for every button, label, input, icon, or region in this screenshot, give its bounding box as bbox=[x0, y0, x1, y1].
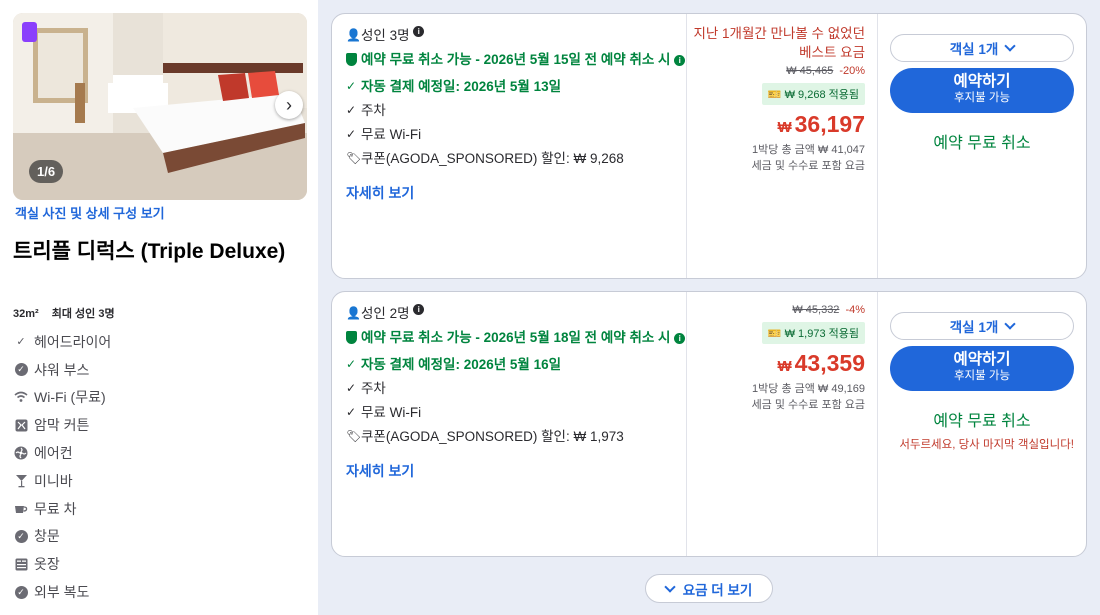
amenity-item: 암막 커튼 bbox=[13, 411, 303, 439]
promo-badge bbox=[22, 22, 37, 42]
coupon-discount: 🏷 쿠폰(AGODA_SPONSORED) 할인: ₩ 1,973 bbox=[346, 429, 624, 444]
urgency-message: 서두르세요, 당사 마지막 객실입니다! bbox=[899, 439, 1074, 451]
person-icon: 👤 bbox=[346, 306, 361, 320]
rooms-select[interactable]: 객실 1개 bbox=[890, 312, 1074, 340]
chevron-down-icon bbox=[664, 580, 676, 593]
payment-date: ✓ 자동 결제 예정일: 2026년 5월 13일 bbox=[346, 79, 562, 94]
total-per-night: 1박당 총 금액 ₩ 41,047 bbox=[752, 144, 865, 156]
info-icon[interactable]: i bbox=[413, 304, 425, 315]
offer-conditions: 👤 성인 3명 i 예약 무료 취소 가능 - 2026년 5월 15일 전 예약… bbox=[332, 14, 686, 278]
rooms-select[interactable]: 객실 1개 bbox=[890, 34, 1074, 62]
amenity-item: Wi-Fi (무료) bbox=[13, 384, 303, 412]
room-size: 32m² bbox=[13, 308, 39, 320]
free-wifi: ✓ 무료 Wi-Fi bbox=[346, 127, 422, 142]
check-icon: ✓ bbox=[16, 336, 26, 349]
check-circle-icon: ✓ bbox=[13, 584, 29, 600]
amenity-item: ✓ 창문 bbox=[13, 523, 303, 551]
free-wifi: ✓ 무료 Wi-Fi bbox=[346, 405, 422, 420]
check-icon: ✓ bbox=[346, 127, 357, 141]
tax-note: 세금 및 수수료 포함 요금 bbox=[751, 399, 865, 411]
cup-icon bbox=[13, 501, 29, 517]
free-cancel-label: 예약 무료 취소 bbox=[933, 135, 1031, 152]
room-info-panel: › 1/6 객실 사진 및 상세 구성 보기 트리플 디럭스 (Triple D… bbox=[0, 0, 318, 615]
offer-price: ₩ 45,332 -4% 🎫 ₩ 1,973 적용됨 ₩43,359 1박당 총 … bbox=[686, 292, 878, 556]
blackout-curtain-icon bbox=[13, 417, 29, 433]
check-icon: ✓ bbox=[346, 79, 357, 93]
cancel-policy: 예약 무료 취소 가능 - 2026년 5월 18일 전 예약 취소 시 i bbox=[346, 328, 686, 350]
fan-icon bbox=[13, 445, 29, 461]
original-price: ₩ 45,465 -20% bbox=[786, 65, 865, 77]
total-per-night: 1박당 총 금액 ₩ 49,169 bbox=[752, 383, 865, 395]
tag-icon: 🏷 bbox=[346, 429, 362, 443]
promo-text: 지난 1개월간 만나볼 수 없었던 베스트 요금 bbox=[693, 26, 865, 60]
coupon-applied-badge: 🎫 ₩ 1,973 적용됨 bbox=[761, 322, 865, 344]
room-meta: 32m² 최대 성인 3명 bbox=[13, 305, 125, 321]
tax-note: 세금 및 수수료 포함 요금 bbox=[751, 160, 865, 172]
coupon-discount: 🏷 쿠폰(AGODA_SPONSORED) 할인: ₩ 9,268 bbox=[346, 151, 624, 166]
payment-date: ✓ 자동 결제 예정일: 2026년 5월 16일 bbox=[346, 357, 562, 372]
tag-icon: 🏷 bbox=[346, 151, 362, 165]
cancel-policy: 예약 무료 취소 가능 - 2026년 5월 15일 전 예약 취소 시 i bbox=[346, 50, 686, 72]
shield-check-icon bbox=[346, 50, 361, 72]
book-button[interactable]: 예약하기 후지불 가능 bbox=[890, 346, 1074, 391]
amenity-item: 무료 차 bbox=[13, 495, 303, 523]
check-icon: ✓ bbox=[346, 381, 357, 395]
guest-count: 👤 성인 3명 i bbox=[346, 26, 686, 45]
chevron-down-icon bbox=[1004, 40, 1016, 52]
amenity-item: ✓ 외부 복도 bbox=[13, 578, 303, 606]
parking: ✓ 주차 bbox=[346, 103, 386, 118]
room-photos-link[interactable]: 객실 사진 및 상세 구성 보기 bbox=[15, 203, 165, 222]
check-circle-icon: ✓ bbox=[13, 362, 29, 378]
price: ₩43,359 bbox=[777, 350, 865, 376]
offer-card: 👤 성인 2명 i 예약 무료 취소 가능 - 2026년 5월 18일 전 예약… bbox=[331, 291, 1087, 557]
ticket-icon: 🎫 bbox=[767, 89, 782, 101]
check-icon: ✓ bbox=[346, 405, 357, 419]
max-guests: 최대 성인 3명 bbox=[51, 308, 115, 320]
amenity-list: ✓ 헤어드라이어 ✓ 샤워 부스 Wi-Fi (무료) 암막 커튼 에어컨 미니바 … bbox=[13, 328, 303, 606]
guest-count: 👤 성인 2명 i bbox=[346, 304, 686, 323]
wardrobe-icon bbox=[13, 556, 29, 572]
cocktail-icon bbox=[13, 473, 29, 489]
offer-price: 지난 1개월간 만나볼 수 없었던 베스트 요금 ₩ 45,465 -20% 🎫 … bbox=[686, 14, 878, 278]
amenity-item: ✓ 샤워 부스 bbox=[13, 356, 303, 384]
offer-actions: 객실 1개 예약하기 후지불 가능 예약 무료 취소 bbox=[878, 14, 1086, 278]
price: ₩36,197 bbox=[777, 111, 865, 137]
original-price: ₩ 45,332 -4% bbox=[792, 304, 865, 316]
photo-counter: 1/6 bbox=[29, 160, 64, 183]
shield-check-icon bbox=[346, 328, 361, 350]
wifi-icon bbox=[13, 389, 29, 405]
parking: ✓ 주차 bbox=[346, 381, 386, 396]
check-icon: ✓ bbox=[346, 103, 357, 117]
book-button[interactable]: 예약하기 후지불 가능 bbox=[890, 68, 1074, 113]
check-icon: ✓ bbox=[346, 357, 357, 371]
more-rates-button[interactable]: 요금 더 보기 bbox=[645, 574, 773, 603]
room-photo[interactable]: › 1/6 bbox=[13, 13, 307, 200]
details-link[interactable]: 자세히 보기 bbox=[346, 461, 414, 481]
room-title: 트리플 디럭스 (Triple Deluxe) bbox=[13, 240, 286, 263]
amenity-item: 미니바 bbox=[13, 467, 303, 495]
info-icon[interactable]: i bbox=[674, 54, 686, 66]
amenity-item: 옷장 bbox=[13, 550, 303, 578]
free-cancel-label: 예약 무료 취소 bbox=[933, 413, 1031, 430]
chevron-right-icon: › bbox=[286, 94, 292, 115]
chevron-down-icon bbox=[1004, 318, 1016, 330]
next-photo-button[interactable]: › bbox=[275, 91, 303, 119]
ticket-icon: 🎫 bbox=[767, 328, 782, 340]
check-circle-icon: ✓ bbox=[13, 528, 29, 544]
offer-conditions: 👤 성인 2명 i 예약 무료 취소 가능 - 2026년 5월 18일 전 예약… bbox=[332, 292, 686, 556]
amenity-item: ✓ 헤어드라이어 bbox=[13, 328, 303, 356]
coupon-applied-badge: 🎫 ₩ 9,268 적용됨 bbox=[761, 83, 865, 105]
person-icon: 👤 bbox=[346, 28, 361, 42]
offer-card: 👤 성인 3명 i 예약 무료 취소 가능 - 2026년 5월 15일 전 예약… bbox=[331, 13, 1087, 279]
amenity-item: 에어컨 bbox=[13, 439, 303, 467]
offer-actions: 객실 1개 예약하기 후지불 가능 예약 무료 취소 서두르세요, 당사 마지막… bbox=[878, 292, 1086, 556]
info-icon[interactable]: i bbox=[413, 26, 425, 37]
details-link[interactable]: 자세히 보기 bbox=[346, 183, 414, 203]
info-icon[interactable]: i bbox=[674, 332, 686, 344]
